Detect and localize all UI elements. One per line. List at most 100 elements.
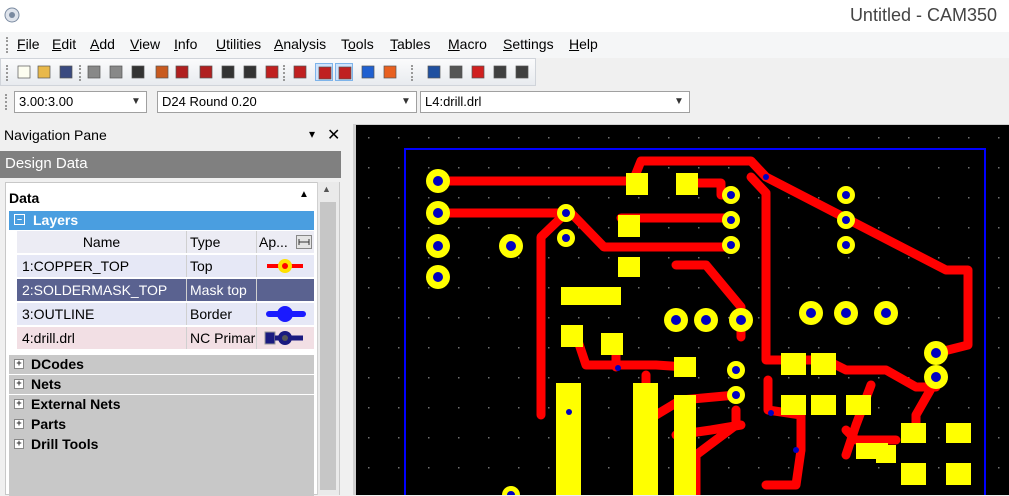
- menu-bar: File Edit Add View Info Utilities Analysis Tool…: [0, 32, 1009, 58]
- layer-appearance-swatch[interactable]: [257, 279, 314, 301]
- scroll-up-icon[interactable]: ▲: [322, 184, 331, 194]
- dcode-combo[interactable]: D24 Round 0.20 ▼: [157, 91, 417, 113]
- layer-row[interactable]: 1:COPPER_TOP Top: [17, 255, 314, 277]
- add-layer-icon[interactable]: [315, 63, 333, 81]
- collapse-arrow-icon[interactable]: ▲: [299, 189, 309, 200]
- data-title: Data: [9, 190, 40, 206]
- layer-type: Border: [187, 303, 257, 325]
- vertical-scrollbar[interactable]: ▲: [317, 182, 339, 495]
- toolbar-separator: [283, 65, 288, 81]
- rotate-icon[interactable]: [513, 63, 531, 81]
- menu-info[interactable]: Info: [174, 36, 197, 52]
- layer-name: 1:COPPER_TOP: [17, 255, 187, 277]
- close-icon[interactable]: ✕: [327, 125, 340, 145]
- layer-name: 3:OUTLINE: [17, 303, 187, 325]
- menu-utilities[interactable]: Utilities: [216, 36, 261, 52]
- print-icon[interactable]: [153, 63, 171, 81]
- scrollbar-thumb[interactable]: [320, 202, 336, 490]
- layer-name: 2:SOLDERMASK_TOP: [17, 279, 187, 301]
- toolbar-grip-icon[interactable]: [6, 65, 11, 81]
- layers-header[interactable]: – Layers: [9, 211, 314, 230]
- collapse-icon[interactable]: –: [14, 214, 25, 225]
- copper-swatch-icon: [267, 259, 303, 273]
- tree-node-drill-tools[interactable]: + Drill Tools: [9, 435, 314, 454]
- undo-icon[interactable]: [85, 63, 103, 81]
- tree-node-parts[interactable]: + Parts: [9, 415, 314, 434]
- menu-grip-icon[interactable]: [6, 37, 11, 53]
- fit-icon[interactable]: [291, 63, 309, 81]
- expand-icon[interactable]: +: [14, 359, 24, 369]
- layer-appearance-swatch[interactable]: [257, 303, 314, 325]
- layer-combo[interactable]: L4:drill.drl ▼: [420, 91, 690, 113]
- layer-type: Mask top: [187, 279, 257, 301]
- tree-node-label: Drill Tools: [31, 436, 99, 452]
- design-data-header[interactable]: Design Data: [0, 151, 341, 178]
- tree-node-label: External Nets: [31, 396, 121, 412]
- pin-dropdown-icon[interactable]: ▾: [309, 127, 315, 141]
- combo-grip-icon[interactable]: [5, 94, 10, 110]
- move-icon[interactable]: [447, 63, 465, 81]
- outline-swatch-icon: [266, 306, 306, 322]
- column-chooser-icon[interactable]: [296, 235, 312, 249]
- chevron-down-icon[interactable]: ▼: [673, 92, 685, 112]
- open-folder-icon[interactable]: [35, 63, 53, 81]
- layer-row[interactable]: 3:OUTLINE Border: [17, 303, 314, 325]
- new-file-icon[interactable]: [15, 63, 33, 81]
- highlight-icon[interactable]: [425, 63, 443, 81]
- tree-node-nets[interactable]: + Nets: [9, 375, 314, 394]
- delete-icon[interactable]: [491, 63, 509, 81]
- tree-node-label: Nets: [31, 376, 62, 392]
- app-icon[interactable]: [3, 6, 21, 24]
- grid-combo[interactable]: 3.00:3.00 ▼: [14, 91, 147, 113]
- column-header-appearance[interactable]: Ap...: [257, 231, 314, 253]
- column-header-name[interactable]: Name: [17, 231, 187, 253]
- zoom-out-icon[interactable]: [197, 63, 215, 81]
- menu-settings[interactable]: Settings: [503, 36, 554, 52]
- menu-add[interactable]: Add: [90, 36, 115, 52]
- save-icon[interactable]: [57, 63, 75, 81]
- redo-icon[interactable]: [107, 63, 125, 81]
- chevron-down-icon[interactable]: ▼: [400, 92, 412, 112]
- copy-icon[interactable]: [469, 63, 487, 81]
- expand-icon[interactable]: +: [14, 419, 24, 429]
- tree-node-external-nets[interactable]: + External Nets: [9, 395, 314, 414]
- menu-tables[interactable]: Tables: [390, 36, 430, 52]
- drill-swatch-icon: [264, 331, 303, 345]
- menu-macro[interactable]: Macro: [448, 36, 487, 52]
- zoom-window-icon[interactable]: [173, 63, 191, 81]
- layer-row[interactable]: 4:drill.drl NC Primar: [17, 327, 314, 349]
- grid-icon[interactable]: [335, 63, 353, 81]
- expand-icon[interactable]: +: [14, 399, 24, 409]
- layer-icon[interactable]: [241, 63, 259, 81]
- redraw-icon[interactable]: [263, 63, 281, 81]
- pcb-canvas[interactable]: [353, 124, 1009, 495]
- toolbar-separator: [79, 65, 84, 81]
- chevron-down-icon[interactable]: ▼: [130, 92, 142, 112]
- layer-appearance-swatch[interactable]: [257, 255, 314, 277]
- layers-grid-header: Name Type Ap...: [17, 231, 314, 253]
- combo-toolbar: 3.00:3.00 ▼ D24 Round 0.20 ▼ L4:drill.dr…: [0, 88, 1009, 120]
- layer-combo-value: L4:drill.drl: [425, 94, 482, 109]
- snapshot-icon[interactable]: [129, 63, 147, 81]
- grid-combo-value: 3.00:3.00: [19, 94, 74, 109]
- menu-file[interactable]: File: [17, 36, 40, 52]
- menu-analysis[interactable]: Analysis: [274, 36, 326, 52]
- tree-node-label: Parts: [31, 416, 67, 432]
- grid-snap-icon[interactable]: [359, 63, 377, 81]
- menu-tools[interactable]: Tools: [341, 36, 374, 52]
- menu-help[interactable]: Help: [569, 36, 598, 52]
- color-icon[interactable]: [381, 63, 399, 81]
- dcode-combo-value: D24 Round 0.20: [162, 94, 257, 109]
- pcb-drawing[interactable]: [356, 125, 1009, 495]
- expand-icon[interactable]: +: [14, 439, 24, 449]
- layers-label: Layers: [33, 212, 79, 228]
- menu-edit[interactable]: Edit: [52, 36, 76, 52]
- layer-row-selected[interactable]: 2:SOLDERMASK_TOP Mask top: [17, 279, 314, 301]
- layer-appearance-swatch[interactable]: [257, 327, 314, 349]
- tree-node-dcodes[interactable]: + DCodes: [9, 355, 314, 374]
- title-bar: Untitled - CAM350: [0, 0, 1009, 32]
- column-header-type[interactable]: Type: [187, 231, 257, 253]
- menu-view[interactable]: View: [130, 36, 160, 52]
- zoom-all-icon[interactable]: [219, 63, 237, 81]
- expand-icon[interactable]: +: [14, 379, 24, 389]
